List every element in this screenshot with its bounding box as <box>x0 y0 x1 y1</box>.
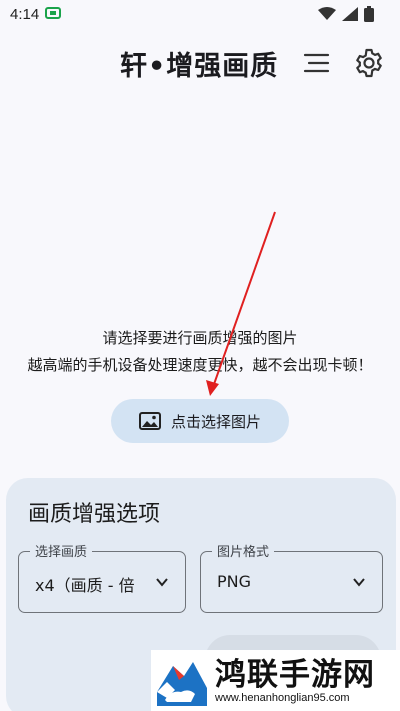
signal-icon <box>342 7 358 21</box>
pick-image-label: 点击选择图片 <box>170 412 261 431</box>
chevron-down-icon <box>353 578 365 587</box>
watermark-url: www.henanhonglian95.com <box>215 691 350 704</box>
watermark: 鸿联手游网 www.henanhonglian95.com <box>151 650 400 711</box>
image-icon <box>138 412 161 430</box>
quality-select-label: 选择画质 <box>30 541 93 560</box>
options-panel-title: 画质增强选项 <box>28 502 161 527</box>
app-bar: 轩•增强画质 <box>0 38 400 88</box>
pick-image-button[interactable]: 点击选择图片 <box>111 399 289 443</box>
status-bar: 4:14 <box>0 0 400 28</box>
quality-select[interactable]: 选择画质 x4（画质 - 倍 <box>18 541 186 613</box>
battery-icon <box>364 6 374 22</box>
format-select-label: 图片格式 <box>212 541 275 560</box>
chevron-down-icon <box>156 578 168 587</box>
menu-icon[interactable] <box>302 48 332 78</box>
format-select-value: PNG <box>217 572 252 591</box>
hint-line-2: 越高端的手机设备处理速度更快，越不会出现卡顿！ <box>27 356 373 374</box>
hint-line-1: 请选择要进行画质增强的图片 <box>102 329 298 347</box>
quality-select-value: x4（画质 - 倍 <box>35 576 135 595</box>
wifi-icon <box>318 7 336 20</box>
app-notification-icon <box>45 7 62 19</box>
gear-icon[interactable] <box>353 47 385 79</box>
watermark-name: 鸿联手游网 <box>215 656 375 693</box>
app-title: 轩•增强画质 <box>120 51 279 82</box>
watermark-logo-icon <box>157 661 207 706</box>
status-time: 4:14 <box>10 5 40 23</box>
format-select[interactable]: 图片格式 PNG <box>200 541 383 613</box>
